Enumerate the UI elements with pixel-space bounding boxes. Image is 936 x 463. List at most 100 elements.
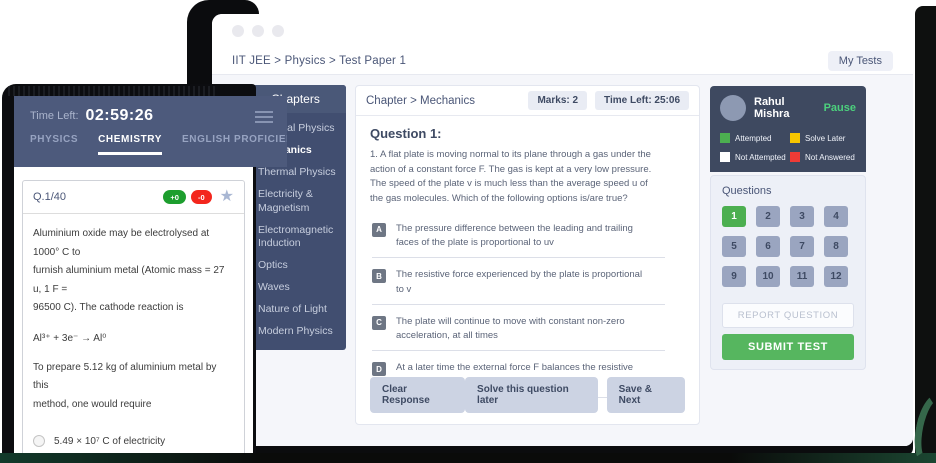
phone-body: Q.1/40 +0 -0 ★ Aluminium oxide may be el… xyxy=(14,167,253,455)
option-text: The pressure difference between the lead… xyxy=(396,222,633,251)
avatar xyxy=(720,95,746,121)
legend-item: Attempted xyxy=(720,133,786,143)
tab-physics[interactable]: PHYSICS xyxy=(30,134,78,155)
status-legend: Attempted Solve Later Not Attempted Not Ans… xyxy=(720,133,856,162)
phone-question-header: Q.1/40 +0 -0 ★ xyxy=(23,181,244,214)
question-number-button[interactable]: 9 xyxy=(722,266,746,287)
question-number-button[interactable]: 2 xyxy=(756,206,780,227)
phone-question-text-2: To prepare 5.12 kg of aluminium metal by… xyxy=(33,359,234,415)
profile-row: Rahul Mishra Pause xyxy=(720,95,856,121)
browser-window: IIT JEE > Physics > Test Paper 1 My Test… xyxy=(212,14,913,446)
sidebar-item[interactable]: Thermal Physics xyxy=(245,166,346,179)
solve-later-button[interactable]: Solve this question later xyxy=(465,377,598,413)
option-text: The resistive force experienced by the p… xyxy=(396,268,642,297)
phone-answer-option[interactable]: 5.49 × 10⁷ C of electricity xyxy=(33,435,234,447)
legend-item: Not Attempted xyxy=(720,152,786,162)
window-dot-icon xyxy=(252,25,264,37)
question-number-button[interactable]: 12 xyxy=(824,266,848,287)
questions-box: Questions 123456789101112 REPORT QUESTIO… xyxy=(710,175,866,370)
option-divider xyxy=(372,350,665,351)
question-number-button[interactable]: 3 xyxy=(790,206,814,227)
chapter-breadcrumb: Chapter > Mechanics xyxy=(366,95,520,107)
option-text: The plate will continue to move with con… xyxy=(396,315,625,344)
question-option[interactable]: B The resistive force experienced by the … xyxy=(370,263,685,297)
sidebar-item[interactable]: Waves xyxy=(245,281,346,294)
question-number-button[interactable]: 11 xyxy=(790,266,814,287)
browser-titlebar xyxy=(212,14,913,48)
question-number-button[interactable]: 4 xyxy=(824,206,848,227)
option-divider xyxy=(372,304,665,305)
question-number-button[interactable]: 5 xyxy=(722,236,746,257)
legend-color-swatch xyxy=(720,133,730,143)
legend-color-swatch xyxy=(720,152,730,162)
question-option[interactable]: C The plate will continue to move with co… xyxy=(370,310,685,344)
phone-question-card: Q.1/40 +0 -0 ★ Aluminium oxide may be el… xyxy=(22,180,245,455)
question-option[interactable]: A The pressure difference between the lea… xyxy=(370,217,685,251)
question-number-button[interactable]: 1 xyxy=(722,206,746,227)
question-body: Question 1: 1. A flat plate is moving no… xyxy=(356,116,699,398)
window-dot-icon xyxy=(232,25,244,37)
user-name: Rahul Mishra xyxy=(754,96,816,120)
sidebar-item[interactable]: Modern Physics xyxy=(245,325,346,338)
legend-label: Solve Later xyxy=(805,134,845,143)
legend-item: Solve Later xyxy=(790,133,856,143)
legend-color-swatch xyxy=(790,152,800,162)
option-letter-badge: A xyxy=(372,223,386,237)
marks-badge: Marks: 2 xyxy=(528,91,587,110)
option-divider xyxy=(372,257,665,258)
submit-test-button[interactable]: SUBMIT TEST xyxy=(722,334,854,360)
legend-label: Attempted xyxy=(735,134,771,143)
positive-marks-badge: +0 xyxy=(163,190,186,204)
legend-color-swatch xyxy=(790,133,800,143)
legend-item: Not Answered xyxy=(790,152,856,162)
breadcrumb[interactable]: IIT JEE > Physics > Test Paper 1 xyxy=(232,55,406,67)
sidebar-item[interactable]: Electricity & Magnetism xyxy=(245,188,346,214)
timer-value: 02:59:26 xyxy=(86,107,154,125)
option-letter-badge: D xyxy=(372,362,386,376)
negative-marks-badge: -0 xyxy=(191,190,212,204)
sidebar-item[interactable]: Electromagnetic Induction xyxy=(245,224,346,250)
option-letter-badge: B xyxy=(372,269,386,283)
my-tests-button[interactable]: My Tests xyxy=(828,51,893,71)
phone-header: Time Left: 02:59:26 PHYSICS CHEMISTRY ENGL… xyxy=(14,96,287,167)
options-list: A The pressure difference between the lea… xyxy=(370,217,685,398)
phone-options-list: 5.49 × 10⁷ C of electricity5.49 × 10⁴ C … xyxy=(33,435,234,455)
sidebar-item[interactable]: Nature of Light xyxy=(245,303,346,316)
test-status-panel: Rahul Mishra Pause Attempted Solve Later N… xyxy=(710,86,866,370)
questions-box-title: Questions xyxy=(722,185,854,197)
question-card: Chapter > Mechanics Marks: 2 Time Left: … xyxy=(355,85,700,425)
question-number-button[interactable]: 7 xyxy=(790,236,814,257)
spacer xyxy=(722,287,854,303)
radio-button[interactable] xyxy=(33,435,45,447)
question-title: Question 1: xyxy=(370,126,685,141)
screenshot-stage: IIT JEE > Physics > Test Paper 1 My Test… xyxy=(0,0,936,463)
breadcrumb-bar: IIT JEE > Physics > Test Paper 1 My Test… xyxy=(212,48,913,75)
question-number-button[interactable]: 6 xyxy=(756,236,780,257)
option-letter-badge: C xyxy=(372,316,386,330)
phone-question-body: Aluminium oxide may be electrolysed at 1… xyxy=(23,214,244,455)
tab-english-proficiency[interactable]: ENGLISH PROFICIENCY xyxy=(182,134,287,155)
subject-tabs: PHYSICS CHEMISTRY ENGLISH PROFICIENCY xyxy=(14,125,287,155)
tab-chemistry[interactable]: CHEMISTRY xyxy=(98,134,162,155)
save-next-button[interactable]: Save & Next xyxy=(607,377,685,413)
menu-icon[interactable] xyxy=(255,109,273,123)
question-text: 1. A flat plate is moving normal to its … xyxy=(370,148,685,207)
question-number-button[interactable]: 10 xyxy=(756,266,780,287)
legend-label: Not Attempted xyxy=(735,153,786,162)
phone-option-text: 5.49 × 10⁷ C of electricity xyxy=(54,436,165,447)
browser-content: Chapters General PhysicsMechanicsThermal… xyxy=(212,75,913,446)
legend-label: Not Answered xyxy=(805,153,855,162)
question-card-header: Chapter > Mechanics Marks: 2 Time Left: … xyxy=(356,86,699,116)
question-number-button[interactable]: 8 xyxy=(824,236,848,257)
cathode-reaction: Al³⁺ + 3e⁻ → Al⁰ xyxy=(33,333,234,344)
bottom-shadow-strip xyxy=(0,453,936,463)
pause-button[interactable]: Pause xyxy=(824,102,856,114)
question-counter: Q.1/40 xyxy=(33,191,158,203)
sidebar-item[interactable]: Optics xyxy=(245,259,346,272)
report-question-button[interactable]: REPORT QUESTION xyxy=(722,303,854,328)
time-left-label: Time Left: xyxy=(30,110,79,122)
time-left-badge: Time Left: 25:06 xyxy=(595,91,689,110)
phone-timer-row: Time Left: 02:59:26 xyxy=(14,96,287,125)
clear-response-button[interactable]: Clear Response xyxy=(370,377,465,413)
bookmark-star-icon[interactable]: ★ xyxy=(220,189,234,205)
